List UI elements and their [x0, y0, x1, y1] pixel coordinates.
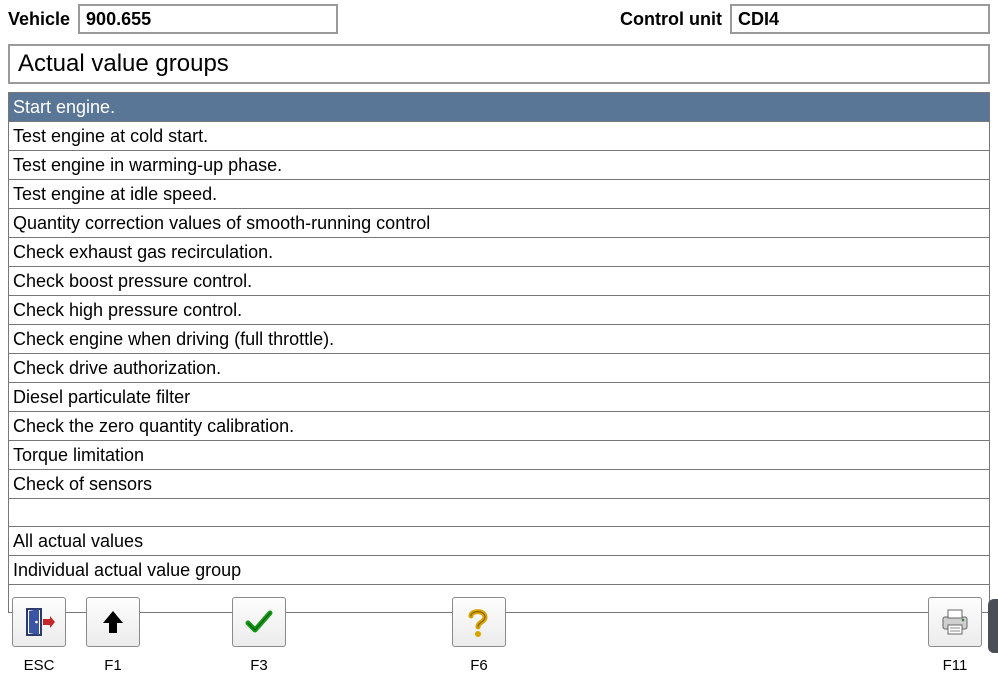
top-bar: Vehicle 900.655 Control unit CDI4 — [0, 0, 998, 44]
f6-label: F6 — [470, 657, 488, 674]
list-item[interactable]: Check the zero quantity calibration. — [8, 412, 990, 441]
f6-key: F6 — [448, 597, 510, 681]
list-item[interactable]: Check of sensors — [8, 470, 990, 499]
f11-button[interactable] — [928, 597, 982, 647]
f11-label: F11 — [943, 657, 968, 674]
list-item[interactable]: Check drive authorization. — [8, 354, 990, 383]
esc-label: ESC — [24, 657, 55, 674]
f6-button[interactable] — [452, 597, 506, 647]
f1-button[interactable] — [86, 597, 140, 647]
control-unit-label: Control unit — [620, 9, 722, 30]
f3-key: F3 — [228, 597, 290, 681]
f3-label: F3 — [250, 657, 268, 674]
control-unit-field[interactable]: CDI4 — [730, 4, 990, 34]
function-key-bar: ESC F1 F3 F6 — [0, 597, 998, 681]
actual-value-groups-list: Start engine.Test engine at cold start.T… — [8, 92, 990, 613]
list-item[interactable]: Quantity correction values of smooth-run… — [8, 209, 990, 238]
list-item[interactable]: Test engine at idle speed. — [8, 180, 990, 209]
list-item[interactable]: Check boost pressure control. — [8, 267, 990, 296]
printer-icon — [939, 607, 971, 637]
vehicle-field[interactable]: 900.655 — [78, 4, 338, 34]
list-item[interactable]: All actual values — [8, 527, 990, 556]
list-item[interactable]: Check engine when driving (full throttle… — [8, 325, 990, 354]
vehicle-label: Vehicle — [8, 9, 70, 30]
esc-key: ESC — [8, 597, 70, 681]
list-item[interactable]: Torque limitation — [8, 441, 990, 470]
f1-key: F1 — [82, 597, 144, 681]
list-item[interactable]: Check exhaust gas recirculation. — [8, 238, 990, 267]
f3-button[interactable] — [232, 597, 286, 647]
list-item[interactable] — [8, 499, 990, 527]
esc-button[interactable] — [12, 597, 66, 647]
side-panel-sliver[interactable] — [988, 599, 998, 653]
list-item[interactable]: Individual actual value group — [8, 556, 990, 585]
f1-label: F1 — [104, 657, 122, 674]
list-item[interactable]: Diesel particulate filter — [8, 383, 990, 412]
list-item[interactable]: Start engine. — [8, 92, 990, 122]
help-icon — [464, 606, 494, 638]
list-item[interactable]: Test engine in warming-up phase. — [8, 151, 990, 180]
exit-door-icon — [23, 606, 55, 638]
f11-key: F11 — [924, 597, 986, 681]
page-title: Actual value groups — [8, 44, 990, 84]
up-arrow-icon — [99, 608, 127, 636]
list-item[interactable]: Test engine at cold start. — [8, 122, 990, 151]
checkmark-icon — [244, 607, 274, 637]
list-item[interactable]: Check high pressure control. — [8, 296, 990, 325]
